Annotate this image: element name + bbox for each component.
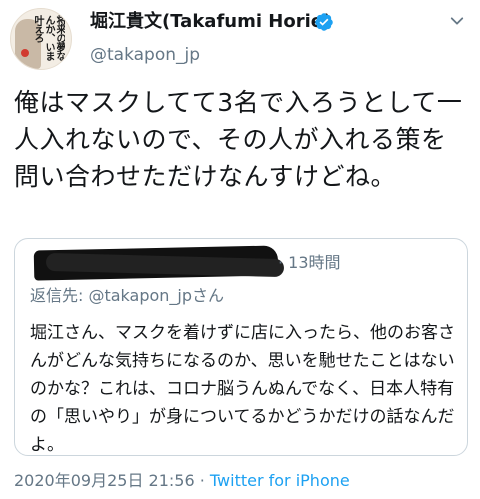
quoted-tweet-time: · 13時間	[278, 253, 341, 272]
chevron-down-icon[interactable]	[448, 12, 466, 30]
verified-badge-icon	[315, 13, 333, 31]
handle[interactable]: @takapon_jp	[90, 44, 200, 66]
display-name[interactable]: 堀江貴文(Takafumi Horie)	[90, 10, 331, 34]
tweet-header: 将来の夢なんか、いま叶えろ 堀江貴文(Takafumi Horie) @taka…	[0, 0, 480, 76]
avatar-caption: 将来の夢なんか、いま叶えろ	[32, 15, 65, 60]
avatar[interactable]: 将来の夢なんか、いま叶えろ	[10, 8, 72, 70]
source-link[interactable]: Twitter for iPhone	[210, 471, 350, 490]
tweet-text: 俺はマスクしてて3名で入ろうとして一人入れないので、その人が入れる策を問い合わせ…	[14, 88, 463, 191]
tweet-meta: 2020年09月25日 21:56 · Twitter for iPhone	[14, 470, 350, 492]
quoted-tweet-text: 堀江さん、マスクを着けずに店に入ったら、他のお客さんがどんな気持ちになるのか、思…	[30, 323, 455, 455]
timestamp[interactable]: 2020年09月25日 21:56 ·	[14, 471, 205, 490]
avatar-accent	[21, 49, 29, 57]
reply-to-label: 返信先: @takapon_jpさん	[30, 286, 225, 305]
